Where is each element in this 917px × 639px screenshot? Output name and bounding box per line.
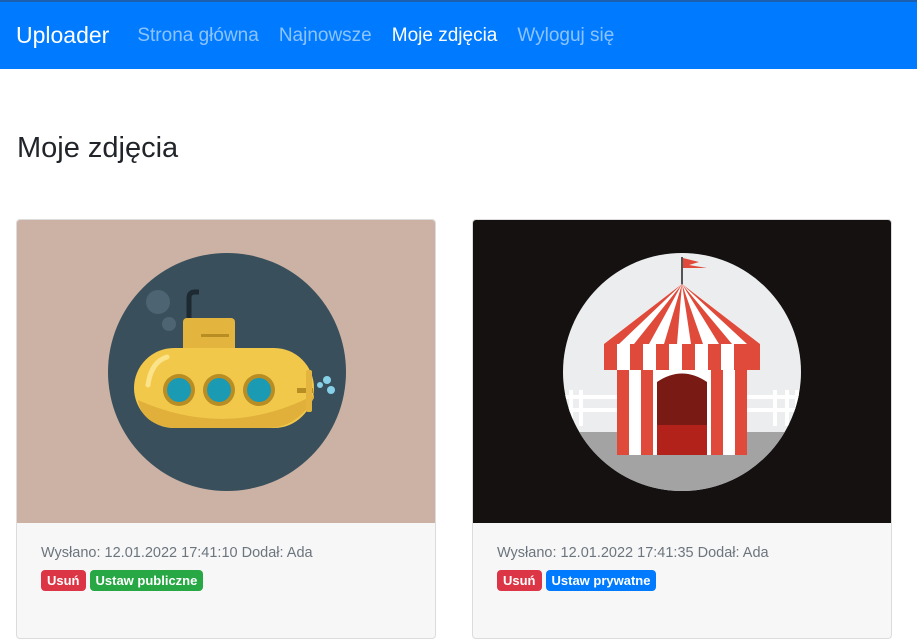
photo-card: Wysłano: 12.01.2022 17:41:10 Dodał: Ada … (16, 219, 436, 639)
page-title: Moje zdjęcia (17, 132, 179, 164)
set-private-button[interactable]: Ustaw prywatne (545, 570, 657, 591)
set-public-button[interactable]: Ustaw publiczne (89, 570, 204, 591)
uploaded-date: 12.01.2022 17:41:35 (560, 545, 694, 561)
delete-button[interactable]: Usuń (497, 570, 542, 591)
uploaded-label: Wysłano: (41, 545, 101, 561)
photo-meta: Wysłano: 12.01.2022 17:41:35 Dodał: Ada (497, 545, 867, 561)
photo-actions: Usuń Ustaw publiczne (41, 570, 411, 591)
photo-card: Wysłano: 12.01.2022 17:41:35 Dodał: Ada … (472, 219, 892, 639)
photo-actions: Usuń Ustaw prywatne (497, 570, 867, 591)
circus-tent-image[interactable] (473, 220, 892, 523)
top-navbar: Uploader Strona główna Najnowsze Moje zd… (0, 2, 917, 69)
nav-link-newest[interactable]: Najnowsze (279, 25, 372, 47)
author-name: Ada (286, 545, 313, 561)
nav-link-my-photos[interactable]: Moje zdjęcia (392, 25, 498, 47)
photo-card-body: Wysłano: 12.01.2022 17:41:35 Dodał: Ada … (473, 523, 891, 613)
author-label: Dodał: (697, 545, 740, 561)
author-name: Ada (742, 545, 769, 561)
uploaded-date: 12.01.2022 17:41:10 (104, 545, 238, 561)
brand-link[interactable]: Uploader (16, 22, 109, 49)
photo-meta: Wysłano: 12.01.2022 17:41:10 Dodał: Ada (41, 545, 411, 561)
uploaded-label: Wysłano: (497, 545, 557, 561)
author-label: Dodał: (241, 545, 284, 561)
nav-link-home[interactable]: Strona główna (137, 25, 258, 47)
photo-card-body: Wysłano: 12.01.2022 17:41:10 Dodał: Ada … (17, 523, 435, 613)
delete-button[interactable]: Usuń (41, 570, 86, 591)
submarine-image[interactable] (17, 220, 436, 523)
nav-link-logout[interactable]: Wyloguj się (517, 25, 614, 47)
